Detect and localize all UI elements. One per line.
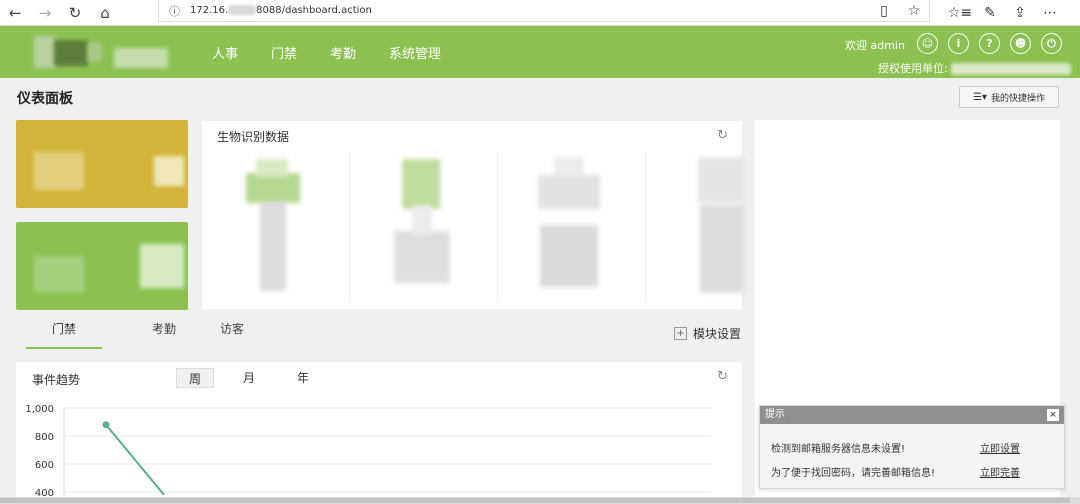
tab-access-control[interactable]: 门禁 <box>26 320 102 349</box>
site-info-icon[interactable]: ⓘ <box>169 3 180 19</box>
summary-card-yellow[interactable] <box>16 120 188 208</box>
browser-toolbar: ← → ↻ ⌂ ⓘ 172.16. 8088/dashboard.action ▯… <box>0 0 1080 26</box>
module-tabs: 门禁 考勤 访客 <box>26 320 270 349</box>
module-settings-button[interactable]: + 模块设置 <box>674 325 741 342</box>
reading-view-icon[interactable]: ▯ <box>869 3 899 19</box>
address-bar[interactable]: ⓘ 172.16. 8088/dashboard.action ▯ ☆ <box>158 0 930 22</box>
quick-ops-button[interactable]: ☰▾ 我的快捷操作 <box>959 86 1059 108</box>
data-point[interactable] <box>102 421 110 429</box>
biometric-item <box>202 153 350 301</box>
refresh-icon[interactable]: ↻ <box>717 128 728 143</box>
notice-complete-link[interactable]: 立即完善 <box>980 464 1020 479</box>
notice-header: 提示 × <box>760 406 1064 424</box>
header-icons: ☺ i ? ☻ ⏻ <box>917 33 1062 54</box>
y-tick-label: 1,000 <box>25 404 54 415</box>
url-redacted <box>228 5 257 15</box>
event-trend-title: 事件趋势 <box>32 373 81 387</box>
biometric-item <box>350 153 498 301</box>
biometric-item <box>498 153 646 301</box>
reload-button[interactable]: ↻ <box>60 0 90 26</box>
summary-card-green[interactable] <box>16 222 188 310</box>
nav-hr[interactable]: 人事 <box>212 43 238 62</box>
y-tick-label: 800 <box>35 432 54 443</box>
event-trend-chart: 1,000800600400 <box>25 404 711 504</box>
more-icon[interactable]: ⋯ <box>1035 5 1065 21</box>
period-month-button[interactable]: 月 <box>230 368 268 388</box>
notice-popup: 提示 × 检测到邮箱服务器信息未设置! 立即设置 为了便于找回密码，请完善邮箱信… <box>759 405 1065 489</box>
period-week-button[interactable]: 周 <box>176 368 214 388</box>
auth-unit-label: 授权使用单位: <box>878 60 1072 76</box>
logo <box>28 32 178 72</box>
period-year-button[interactable]: 年 <box>284 368 322 388</box>
nav-attendance[interactable]: 考勤 <box>330 43 356 62</box>
plus-icon: + <box>674 327 687 340</box>
trend-refresh-icon[interactable]: ↻ <box>717 369 728 384</box>
info-icon[interactable]: i <box>948 33 969 54</box>
notice-message: 检测到邮箱服务器信息未设置! <box>771 444 906 455</box>
back-button[interactable]: ← <box>0 0 30 26</box>
auth-unit-redacted <box>951 63 1072 75</box>
auth-unit-text: 授权使用单位: <box>878 62 948 75</box>
module-settings-label: 模块设置 <box>693 327 742 341</box>
welcome-text: 欢迎 admin <box>845 39 905 52</box>
notes-pen-icon[interactable]: ✎ <box>975 5 1005 21</box>
favorite-star-icon[interactable]: ☆ <box>899 3 929 19</box>
quick-ops-label: 我的快捷操作 <box>990 93 1045 104</box>
menu-icon: ☰▾ <box>973 91 987 103</box>
forward-button[interactable]: → <box>30 0 60 26</box>
home-button[interactable]: ⌂ <box>90 0 120 26</box>
biometric-panel: 生物识别数据 ↻ <box>202 121 744 309</box>
url-text: 172.16. 8088/dashboard.action <box>190 5 372 16</box>
notice-title: 提示 <box>765 409 785 420</box>
tab-visitor[interactable]: 访客 <box>194 320 270 349</box>
horizontal-scrollbar[interactable] <box>0 497 1080 504</box>
help-icon[interactable]: ? <box>979 33 1000 54</box>
nav-system-management[interactable]: 系统管理 <box>389 43 441 62</box>
share-icon[interactable]: ⇪ <box>1005 5 1035 21</box>
url-suffix: 8088/dashboard.action <box>256 5 372 16</box>
series-line <box>105 424 165 496</box>
app-header: 人事 门禁 考勤 系统管理 欢迎 admin 授权使用单位: ☺ i ? ☻ ⏻ <box>0 26 1080 78</box>
biometric-figure-image <box>238 155 308 295</box>
y-tick-label: 600 <box>35 460 54 471</box>
nav-access-control[interactable]: 门禁 <box>271 43 297 62</box>
event-trend-panel: 事件趋势 周 月 年 ↻ 1,000 800 600 400 <box>16 362 742 504</box>
biometric-figure-image <box>386 155 456 295</box>
scrollbar-thumb[interactable] <box>0 498 1070 503</box>
notice-message: 为了便于找回密码，请完善邮箱信息! <box>771 468 936 479</box>
url-prefix: 172.16. <box>190 5 229 16</box>
favorites-list-icon[interactable]: ☆≡ <box>945 5 975 21</box>
page-title: 仪表面板 <box>17 91 73 107</box>
user-icon[interactable]: ☺ <box>917 33 938 54</box>
account-icon[interactable]: ☻ <box>1010 33 1031 54</box>
biometric-title: 生物识别数据 <box>217 130 290 144</box>
power-icon[interactable]: ⏻ <box>1041 33 1062 54</box>
tab-attendance[interactable]: 考勤 <box>126 320 202 349</box>
notice-setup-link[interactable]: 立即设置 <box>980 440 1020 455</box>
top-nav: 人事 门禁 考勤 系统管理 <box>212 43 441 62</box>
biometric-figure-image <box>534 155 604 295</box>
close-icon[interactable]: × <box>1047 409 1059 421</box>
